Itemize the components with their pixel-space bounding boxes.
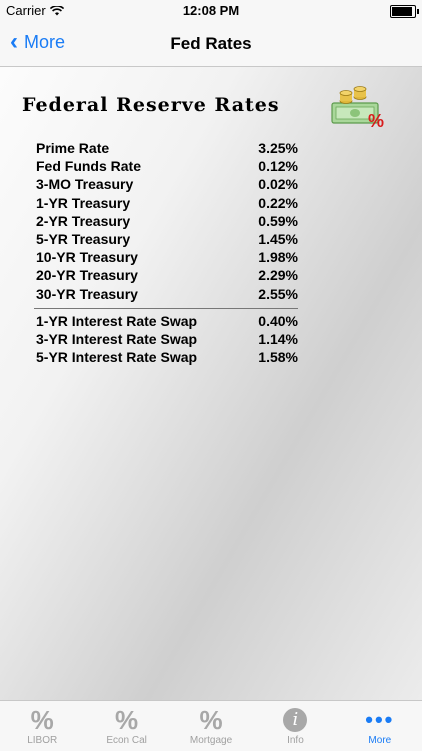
rate-row: 3-MO Treasury 0.02%: [36, 175, 298, 193]
rate-name: 20-YR Treasury: [36, 267, 138, 284]
tab-label: More: [368, 735, 392, 746]
percent-icon: %: [115, 705, 139, 735]
swap-value: 1.14%: [258, 330, 298, 347]
rate-row: Fed Funds Rate 0.12%: [36, 157, 298, 175]
status-time: 12:08 PM: [182, 3, 240, 18]
rate-name: 5-YR Treasury: [36, 230, 131, 247]
status-bar: Carrier 12:08 PM: [0, 0, 422, 22]
rate-value: 1.45%: [258, 230, 298, 247]
page-title: Fed Rates: [170, 34, 252, 53]
rate-value: 0.22%: [258, 194, 298, 211]
rate-name: 2-YR Treasury: [36, 212, 131, 229]
rate-value: 3.25%: [258, 140, 298, 156]
rate-name: 30-YR Treasury: [36, 285, 138, 302]
navigation-bar: ‹ More Fed Rates: [0, 22, 422, 67]
table-divider: [34, 307, 298, 309]
swap-name: 5-YR Interest Rate Swap: [36, 349, 198, 366]
rate-value: 0.12%: [258, 158, 298, 175]
swap-value: 1.58%: [258, 349, 298, 366]
rate-value: 0.59%: [258, 212, 298, 229]
rate-row: 5-YR Treasury 1.45%: [36, 230, 298, 248]
tab-label: Info: [287, 735, 304, 746]
tab-libor[interactable]: % LIBOR: [0, 701, 84, 751]
percent-icon: %: [199, 705, 223, 735]
tab-label: Mortgage: [189, 735, 233, 746]
rate-row: 20-YR Treasury 2.29%: [36, 266, 298, 284]
rate-name: 10-YR Treasury: [36, 249, 138, 266]
rate-row: 10-YR Treasury 1.98%: [36, 248, 298, 266]
rate-name: 3-MO Treasury: [36, 176, 134, 193]
tab-label: Econ Cal: [106, 735, 147, 746]
money-percent-icon: %: [331, 86, 384, 129]
rate-name: Prime Rate: [36, 140, 110, 156]
rate-row: 2-YR Treasury 0.59%: [36, 212, 298, 230]
more-dots-icon: •••: [365, 707, 395, 732]
rate-value: 0.02%: [258, 176, 298, 193]
percent-icon: %: [30, 705, 54, 735]
rate-value: 2.29%: [258, 267, 298, 284]
rate-row: 1-YR Treasury 0.22%: [36, 194, 298, 212]
tab-bar: % LIBOR % Econ Cal % Mortgage i Info •••…: [0, 700, 422, 751]
svg-text:%: %: [368, 111, 384, 129]
swap-value: 0.40%: [258, 312, 298, 329]
info-icon: i: [283, 708, 308, 732]
section-heading: Federal Reserve Rates: [22, 94, 280, 116]
battery-level: [392, 7, 412, 16]
rate-value: 1.98%: [258, 249, 298, 266]
tab-econ-cal[interactable]: % Econ Cal: [84, 701, 168, 751]
tab-more[interactable]: ••• More: [338, 701, 422, 751]
rate-name: Fed Funds Rate: [36, 158, 142, 175]
swap-name: 1-YR Interest Rate Swap: [36, 312, 198, 329]
swap-row: 1-YR Interest Rate Swap 0.40%: [36, 312, 298, 330]
rate-row: Prime Rate 3.25%: [36, 139, 298, 157]
swap-row: 3-YR Interest Rate Swap 1.14%: [36, 330, 298, 348]
swap-name: 3-YR Interest Rate Swap: [36, 330, 198, 347]
rate-row: 30-YR Treasury 2.55%: [36, 285, 298, 303]
rate-value: 2.55%: [258, 285, 298, 302]
rate-name: 1-YR Treasury: [36, 194, 131, 211]
swap-row: 5-YR Interest Rate Swap 1.58%: [36, 348, 298, 366]
battery-icon: [390, 5, 419, 18]
rates-table: Prime Rate 3.25% Fed Funds Rate 0.12% 3-MO…: [34, 139, 298, 366]
tab-info[interactable]: i Info: [253, 701, 337, 751]
tab-mortgage[interactable]: % Mortgage: [169, 701, 253, 751]
content-area: Federal Reserve Rates % Prime Rate 3.25% …: [0, 67, 422, 700]
tab-label: LIBOR: [27, 735, 58, 746]
